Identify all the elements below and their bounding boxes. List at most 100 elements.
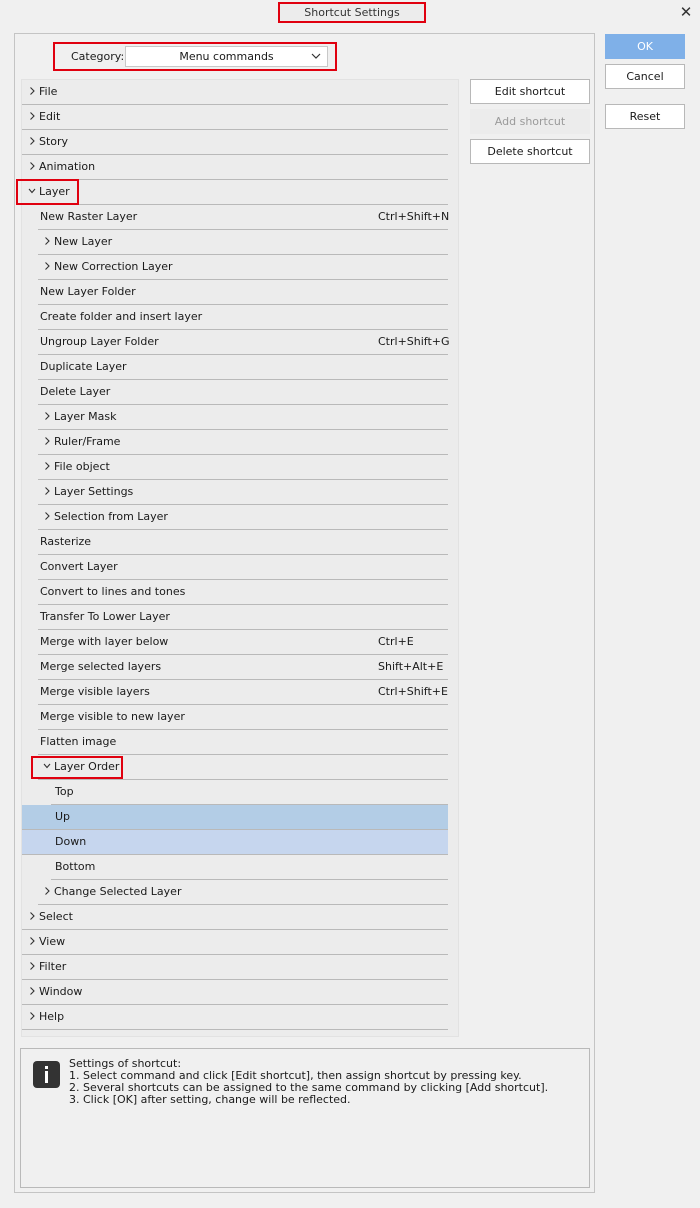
tree-item-label: Animation (39, 160, 96, 173)
tree-item[interactable]: Delete Layer (38, 380, 448, 405)
chevron-right-icon[interactable] (28, 112, 36, 120)
chevron-right-icon[interactable] (28, 137, 36, 145)
tree-item[interactable]: Transfer To Lower Layer (38, 605, 448, 630)
tree-item[interactable]: New Raster Layer Ctrl+Shift+N (38, 205, 450, 230)
reset-button[interactable]: Reset (605, 104, 685, 129)
chevron-down-icon[interactable] (28, 187, 36, 195)
tree-item[interactable]: Layer Settings (38, 480, 448, 505)
tree-item[interactable]: Story (22, 130, 448, 155)
chevron-right-icon[interactable] (28, 912, 36, 920)
tree-item[interactable]: Down (22, 830, 448, 855)
info-glyph (45, 1066, 48, 1083)
tree-item-label: Down (55, 835, 87, 848)
chevron-right-icon[interactable] (28, 1012, 36, 1020)
tree-item-label: Edit (39, 110, 61, 123)
info-text: Settings of shortcut: 1. Select command … (69, 1058, 548, 1106)
chevron-right-icon[interactable] (43, 237, 51, 245)
tree-item[interactable]: Layer Mask (38, 405, 448, 430)
chevron-right-icon[interactable] (28, 937, 36, 945)
tree-item-label: Duplicate Layer (40, 360, 127, 373)
tree-item-label: Convert to lines and tones (40, 585, 186, 598)
tree-item[interactable]: Edit (22, 105, 448, 130)
close-button[interactable]: ✕ (676, 2, 696, 22)
chevron-right-icon[interactable] (43, 887, 51, 895)
tree-item[interactable]: Selection from Layer (38, 505, 448, 530)
tree-item[interactable]: Help (22, 1005, 448, 1030)
tree-item-shortcut: Ctrl+Shift+N (378, 210, 450, 223)
tree-item[interactable]: Animation (22, 155, 448, 180)
title-bar: Shortcut Settings ✕ (0, 0, 700, 24)
tree-item-label: Merge visible layers (40, 685, 150, 698)
tree-item-label: View (39, 935, 66, 948)
tree-item[interactable]: Merge visible layers Ctrl+Shift+E (38, 680, 448, 705)
tree-item-shortcut: Ctrl+Shift+G (378, 335, 450, 348)
window-title: Shortcut Settings (278, 2, 426, 23)
tree-item-shortcut: Ctrl+E (378, 635, 414, 648)
chevron-right-icon[interactable] (43, 487, 51, 495)
info-icon (33, 1061, 60, 1088)
tree-item[interactable]: Merge with layer below Ctrl+E (38, 630, 448, 655)
tree-item[interactable]: View (22, 930, 448, 955)
ok-button[interactable]: OK (605, 34, 685, 59)
tree-item-label: Filter (39, 960, 67, 973)
chevron-right-icon[interactable] (43, 512, 51, 520)
chevron-right-icon[interactable] (28, 962, 36, 970)
edit-shortcut-button[interactable]: Edit shortcut (470, 79, 590, 104)
cancel-button[interactable]: Cancel (605, 64, 685, 89)
chevron-right-icon[interactable] (28, 87, 36, 95)
tree-item-label: Rasterize (40, 535, 92, 548)
tree-item[interactable]: Rasterize (38, 530, 448, 555)
tree-item[interactable]: Layer Order (38, 755, 448, 780)
tree-item[interactable]: Ruler/Frame (38, 430, 448, 455)
tree-item-label: Ungroup Layer Folder (40, 335, 159, 348)
tree-item[interactable]: Change Selected Layer (38, 880, 448, 905)
tree-item[interactable]: New Correction Layer (38, 255, 448, 280)
add-shortcut-button[interactable]: Add shortcut (470, 109, 590, 134)
delete-shortcut-button[interactable]: Delete shortcut (470, 139, 590, 164)
chevron-down-icon[interactable] (43, 762, 51, 770)
tree-item-label: Window (39, 985, 83, 998)
tree-item[interactable]: Merge selected layers Shift+Alt+E (38, 655, 448, 680)
category-label: Category: (71, 50, 125, 63)
tree-item[interactable]: Bottom (51, 855, 448, 880)
close-icon: ✕ (679, 3, 693, 21)
tree-item-shortcut: Ctrl+Shift+E (378, 685, 448, 698)
tree-item[interactable]: Select (22, 905, 448, 930)
tree-item[interactable]: Top (51, 780, 448, 805)
tree-item[interactable]: New Layer (38, 230, 448, 255)
chevron-right-icon[interactable] (28, 162, 36, 170)
tree-item[interactable]: Flatten image (38, 730, 448, 755)
category-select[interactable]: Menu commands (125, 46, 328, 67)
chevron-right-icon[interactable] (43, 437, 51, 445)
tree-item[interactable]: Convert Layer (38, 555, 448, 580)
tree-item-shortcut: Shift+Alt+E (378, 660, 444, 673)
tree-item[interactable]: New Layer Folder (38, 280, 448, 305)
tree-item-label: Create folder and insert layer (40, 310, 203, 323)
tree-item-label: New Correction Layer (54, 260, 173, 273)
command-tree[interactable]: File Edit Story Animation Layer New Raster La… (21, 79, 459, 1037)
tree-item[interactable]: Create folder and insert layer (38, 305, 448, 330)
tree-item[interactable]: Duplicate Layer (38, 355, 448, 380)
tree-item[interactable]: Up (22, 805, 448, 830)
tree-item-label: Flatten image (40, 735, 117, 748)
chevron-right-icon[interactable] (43, 462, 51, 470)
tree-item-label: File object (54, 460, 110, 473)
chevron-down-icon (311, 53, 321, 59)
tree-item-label: Help (39, 1010, 65, 1023)
tree-item[interactable]: Merge visible to new layer (38, 705, 448, 730)
tree-item[interactable]: Convert to lines and tones (38, 580, 448, 605)
tree-item-label: Merge with layer below (40, 635, 169, 648)
chevron-right-icon[interactable] (43, 412, 51, 420)
tree-item[interactable]: File (22, 80, 448, 105)
tree-item[interactable]: Ungroup Layer Folder Ctrl+Shift+G (38, 330, 450, 355)
tree-item[interactable]: Filter (22, 955, 448, 980)
tree-item-label: Transfer To Lower Layer (40, 610, 170, 623)
tree-item-label: Story (39, 135, 69, 148)
tree-item-label: Up (55, 810, 71, 823)
chevron-right-icon[interactable] (43, 262, 51, 270)
chevron-right-icon[interactable] (28, 987, 36, 995)
tree-item[interactable]: File object (38, 455, 448, 480)
tree-item[interactable]: Layer (22, 180, 448, 205)
tree-item[interactable]: Window (22, 980, 448, 1005)
tree-item-label: Delete Layer (40, 385, 111, 398)
